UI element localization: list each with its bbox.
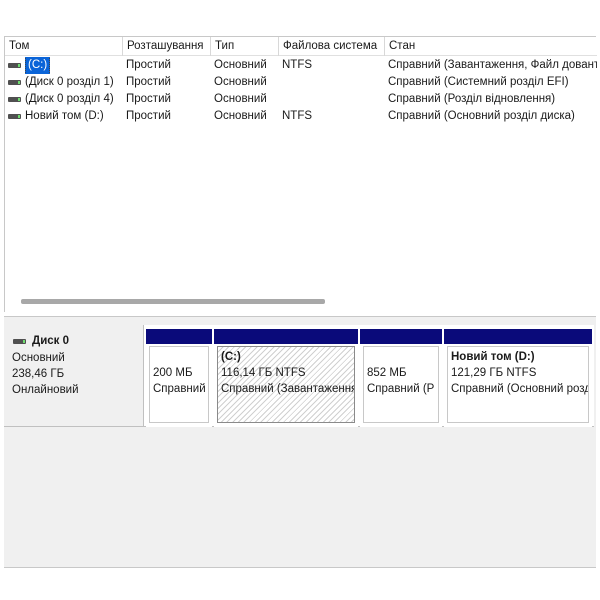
volume-type: Основний: [214, 110, 267, 122]
disk-size: 238,46 ГБ: [12, 368, 65, 380]
volume-filesystem: [279, 91, 385, 108]
partition-size: 121,29 ГБ NTFS: [451, 367, 537, 379]
volume-layout: Простий: [126, 110, 171, 122]
table-row[interactable]: Новий том (D:) Простий Основний NTFS Спр…: [5, 108, 597, 125]
partition-strip: 200 МБ Справний (C:) 116,14 ГБ NTFS Спра…: [144, 325, 594, 427]
partition-status: Справний: [153, 383, 206, 395]
disk-volume-icon: [8, 114, 21, 119]
column-header-volume[interactable]: Том: [5, 37, 123, 56]
partition-size: 200 МБ: [153, 367, 193, 379]
disk-info-panel[interactable]: Диск 0 Основний 238,46 ГБ Онлайновий: [4, 325, 144, 427]
column-header-type[interactable]: Тип: [211, 37, 279, 56]
disk-volume-icon: [8, 97, 21, 102]
horizontal-scrollbar-thumb[interactable]: [21, 299, 325, 304]
volume-filesystem: NTFS: [282, 59, 313, 71]
disk-title: Диск 0: [32, 335, 70, 347]
partition-d[interactable]: Новий том (D:) 121,29 ГБ NTFS Справний (…: [444, 325, 592, 427]
disk-graphical-view: Диск 0 Основний 238,46 ГБ Онлайновий 200…: [4, 316, 596, 568]
disk-volume-icon: [8, 80, 21, 85]
table-row[interactable]: (C:) Простий Основний NTFS Справний (Зав…: [5, 57, 597, 74]
volume-list: Том Розташування Тип Файлова система Ста…: [4, 36, 597, 312]
table-row[interactable]: (Диск 0 розділ 1) Простий Основний Справ…: [5, 74, 597, 91]
partition-header-bar: [214, 329, 358, 344]
table-row[interactable]: (Диск 0 розділ 4) Простий Основний Справ…: [5, 91, 597, 108]
volume-type: Основний: [214, 76, 267, 88]
volume-type: Основний: [214, 59, 267, 71]
volume-status: Справний (Розділ відновлення): [388, 93, 556, 105]
partition-c[interactable]: (C:) 116,14 ГБ NTFS Справний (Завантажен…: [214, 325, 358, 427]
disk-icon: [13, 338, 26, 344]
volume-status: Справний (Основний розділ диска): [388, 110, 575, 122]
disk-volume-icon: [8, 63, 21, 68]
partition-name: (C:): [221, 351, 241, 363]
volume-layout: Простий: [126, 93, 171, 105]
column-header-status[interactable]: Стан: [385, 37, 597, 56]
partition-header-bar: [444, 329, 592, 344]
column-header-filesystem[interactable]: Файлова система: [279, 37, 385, 56]
volume-filesystem: NTFS: [282, 110, 313, 122]
partition-status: Справний (Завантаження: [221, 383, 355, 395]
partition-size: 116,14 ГБ NTFS: [221, 367, 306, 379]
partition-status: Справний (Основний розділ: [451, 383, 589, 395]
partition-recovery[interactable]: 852 МБ Справний (Р: [360, 325, 442, 427]
volume-status: Справний (Системний розділ EFI): [388, 76, 569, 88]
partition-efi[interactable]: 200 МБ Справний: [146, 325, 212, 427]
volume-type: Основний: [214, 93, 267, 105]
partition-size: 852 МБ: [367, 367, 407, 379]
volume-name: (Диск 0 розділ 4): [25, 93, 114, 105]
volume-rows: (C:) Простий Основний NTFS Справний (Зав…: [5, 57, 597, 125]
column-header-layout[interactable]: Розташування: [123, 37, 211, 56]
volume-filesystem: [279, 74, 385, 91]
partition-header-bar: [360, 329, 442, 344]
volume-layout: Простий: [126, 59, 171, 71]
disk-type: Основний: [12, 352, 65, 364]
volume-name: (C:): [25, 57, 51, 74]
partition-header-bar: [146, 329, 212, 344]
volume-layout: Простий: [126, 76, 171, 88]
partition-name: Новий том (D:): [451, 351, 535, 363]
disk-state: Онлайновий: [12, 384, 79, 396]
volume-list-header: Том Розташування Тип Файлова система Ста…: [5, 37, 597, 56]
volume-name: Новий том (D:): [25, 110, 104, 122]
volume-name: (Диск 0 розділ 1): [25, 76, 114, 88]
volume-status: Справний (Завантаження, Файл довантаженн…: [388, 59, 597, 71]
partition-status: Справний (Р: [367, 383, 435, 395]
